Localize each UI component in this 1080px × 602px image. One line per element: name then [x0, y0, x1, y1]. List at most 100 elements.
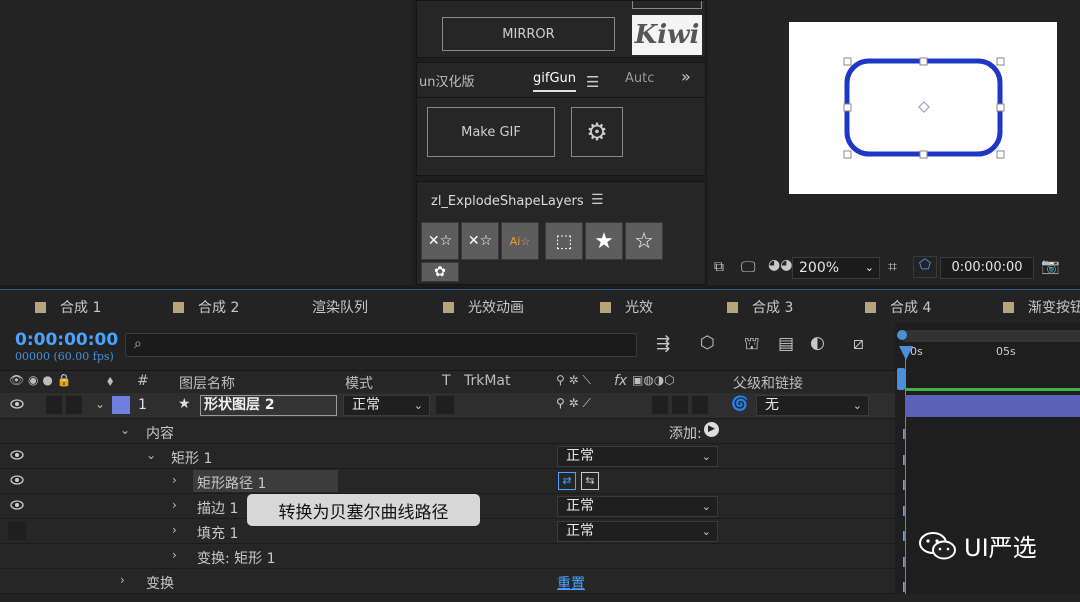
rectangle-path-label[interactable]: 矩形路径 1: [197, 473, 266, 493]
tab-comp-4[interactable]: 合成 4: [865, 297, 931, 317]
chevron-right-icon[interactable]: ›: [172, 523, 177, 537]
transform-row[interactable]: › 变换 重置: [0, 569, 895, 594]
tab-auto[interactable]: Autc: [625, 71, 654, 86]
rounded-rect-shape[interactable]: [789, 22, 1057, 194]
time-ruler[interactable]: 00s 05s: [903, 330, 1080, 368]
layer-duration-bar[interactable]: [905, 395, 1080, 417]
timeline-timecode[interactable]: 0:00:00:00: [15, 330, 118, 350]
region-of-interest-icon[interactable]: ⌗: [888, 257, 897, 277]
solo-box[interactable]: [46, 396, 62, 414]
chevron-down-icon[interactable]: ⌄: [120, 423, 130, 437]
snapshot-region-icon[interactable]: ⧉: [714, 259, 724, 275]
mirror-button[interactable]: MIRROR: [442, 17, 615, 51]
camera-icon[interactable]: 📷: [1041, 257, 1060, 275]
switch-box[interactable]: [672, 396, 688, 414]
make-gif-button[interactable]: Make GIF: [427, 107, 555, 157]
visibility-box[interactable]: [8, 522, 26, 540]
work-area-start-handle[interactable]: [897, 330, 907, 340]
comp-swatch: [443, 301, 454, 313]
rectangle-mode-select[interactable]: 正常 ⌄: [557, 446, 718, 467]
tab-comp-3[interactable]: 合成 3: [727, 297, 793, 317]
switch-box[interactable]: [652, 396, 668, 414]
tab-comp-2[interactable]: 合成 2: [173, 297, 239, 317]
play-add-icon[interactable]: ▶: [704, 422, 719, 437]
ai-star-icon[interactable]: Ai☆: [501, 222, 539, 260]
chevron-down-icon[interactable]: ⌄: [95, 397, 105, 411]
hamburger-icon[interactable]: ☰: [586, 73, 599, 91]
eye-icon[interactable]: [10, 475, 24, 485]
eye-icon[interactable]: [10, 399, 24, 409]
gifgun-tabs: un汉化版: [419, 71, 474, 90]
selection-box-icon[interactable]: ⬚: [545, 222, 583, 260]
draft-3d-icon[interactable]: ⬡: [700, 333, 715, 353]
mask-path-icon[interactable]: ⬠: [913, 256, 937, 278]
preserve-transparency-box[interactable]: [436, 396, 454, 414]
reset-link[interactable]: 重置: [557, 573, 585, 593]
anchor-point-icon: [918, 101, 930, 113]
explode-star-icon[interactable]: ✕☆: [461, 222, 499, 260]
graph-editor-icon[interactable]: ⧄: [853, 334, 864, 354]
path-direction-icon[interactable]: ⇆: [581, 472, 599, 490]
shy-layers-icon[interactable]: ⛫: [744, 334, 760, 356]
explode-star-icon[interactable]: ✕☆: [421, 222, 459, 260]
stroke-mode-select[interactable]: 正常 ⌄: [557, 496, 718, 517]
chevron-right-icon[interactable]: ›: [172, 473, 177, 487]
path-direction-icon[interactable]: ⇄: [558, 472, 576, 490]
column-layer-name[interactable]: 图层名称: [179, 373, 235, 393]
viewer-timecode[interactable]: 0:00:00:00: [940, 257, 1034, 279]
transform-rectangle-row[interactable]: › 变换: 矩形 1: [0, 544, 895, 569]
tab-gradient-button[interactable]: 渐变按钮: [1003, 297, 1080, 317]
column-t: T: [442, 373, 451, 389]
composition-tabs: 合成 1 合成 2 渲染队列 光效动画 光效 合成 3 合成 4 渐变按钮: [0, 289, 1080, 325]
gear-icon[interactable]: ⚙: [571, 107, 623, 157]
time-navigator-handle[interactable]: [897, 368, 905, 390]
eye-icon[interactable]: [10, 450, 24, 460]
layer-mode-select[interactable]: 正常 ⌄: [343, 395, 430, 416]
chevron-down-icon[interactable]: ⌄: [146, 448, 156, 462]
contents-row[interactable]: ⌄ 内容 添加: ▶: [0, 419, 895, 444]
tab-comp-1[interactable]: 合成 1: [35, 297, 101, 317]
pickwhip-icon[interactable]: 🌀: [731, 396, 748, 412]
tab-glow-anim[interactable]: 光效动画: [443, 297, 524, 317]
tab-gifgun[interactable]: gifGun: [533, 71, 576, 92]
rectangle-path-row[interactable]: › 矩形路径 1 ⇄ ⇆: [0, 469, 895, 494]
kiwi-logo[interactable]: Kiwi: [632, 15, 702, 55]
rectangle-group-row[interactable]: ⌄ 矩形 1 正常 ⌄: [0, 444, 895, 469]
star-outline-icon[interactable]: ☆: [625, 222, 663, 260]
tab-hanhua[interactable]: un汉化版: [419, 71, 474, 90]
layer-switches[interactable]: ⚲ ✲ ⟋: [556, 396, 591, 411]
flower-icon[interactable]: ✿: [421, 262, 459, 282]
layer-color-label[interactable]: [112, 396, 130, 414]
star-filled-icon[interactable]: ★: [585, 222, 623, 260]
motion-blur-icon[interactable]: ◐: [810, 333, 825, 353]
eye-icon[interactable]: [10, 500, 24, 510]
visibility-column-icons: 👁 ◉ ● 🔒: [9, 373, 72, 387]
chevron-right-icon[interactable]: ›: [172, 548, 177, 562]
layer-name[interactable]: 形状图层 2: [200, 395, 337, 416]
comp-canvas[interactable]: [789, 22, 1057, 194]
chevron-right-icon[interactable]: ›: [172, 498, 177, 512]
tab-auto-wrap: Autc: [625, 71, 654, 86]
hamburger-icon[interactable]: ☰: [591, 192, 604, 208]
fill-mode-select[interactable]: 正常 ⌄: [557, 521, 718, 542]
layer-row[interactable]: ⌄ 1 ★ 形状图层 2 正常 ⌄ ⚲ ✲ ⟋ 🌀 无 ⌄: [0, 393, 895, 419]
parent-select[interactable]: 无 ⌄: [756, 395, 869, 416]
lock-box[interactable]: [66, 396, 82, 414]
column-fx: fx: [614, 373, 628, 389]
switch-box[interactable]: [692, 396, 708, 414]
comp-swatch: [600, 301, 611, 313]
double-chevron-right-icon[interactable]: »: [681, 67, 691, 86]
layer-search-input[interactable]: ⌕: [125, 333, 637, 357]
zoom-value: 200%: [799, 260, 840, 276]
frame-blending-icon[interactable]: ▤: [778, 334, 794, 354]
composition-flowchart-icon[interactable]: ⇶: [656, 334, 670, 354]
tab-render-queue[interactable]: 渲染队列: [312, 297, 368, 317]
chevron-right-icon[interactable]: ›: [120, 573, 125, 587]
label-tag-icon: ⬧: [107, 373, 114, 389]
add-label[interactable]: 添加:: [669, 423, 702, 443]
tab-glow[interactable]: 光效: [600, 297, 653, 317]
zoom-select[interactable]: 200% ⌄: [792, 257, 880, 279]
mask-icon[interactable]: ◕◕: [768, 257, 792, 273]
work-area-bar[interactable]: [903, 330, 1080, 342]
monitor-icon[interactable]: 🖵: [741, 258, 755, 276]
